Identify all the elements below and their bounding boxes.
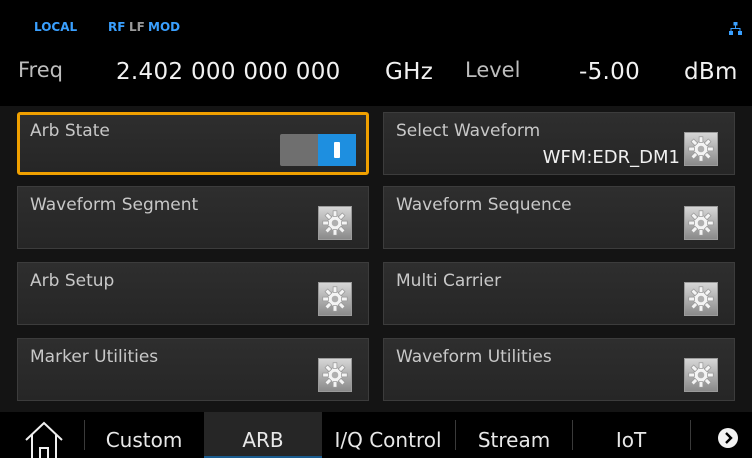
freq-unit: GHz: [385, 59, 434, 85]
level-unit: dBm: [684, 59, 738, 85]
gear-icon[interactable]: [318, 282, 352, 316]
freq-level-bar: Freq 2.402 000 000 000 GHz Level -5.00 d…: [0, 42, 752, 106]
multi-carrier-tile[interactable]: Multi Carrier: [383, 262, 735, 325]
tab-separator: [690, 420, 691, 450]
arb-setup-tile[interactable]: Arb Setup: [17, 262, 369, 325]
arb-setup-label: Arb Setup: [30, 271, 115, 291]
tab-stream[interactable]: Stream: [456, 412, 572, 458]
rf-indicator: RF: [108, 20, 126, 34]
tab-custom[interactable]: Custom: [86, 412, 202, 458]
level-label: Level: [465, 58, 521, 82]
freq-value[interactable]: 2.402 000 000 000: [116, 59, 341, 85]
arb-state-label: Arb State: [30, 121, 110, 141]
select-waveform-value: WFM:EDR_DM1: [542, 147, 680, 168]
lf-indicator: LF: [129, 20, 145, 34]
gear-icon[interactable]: [684, 358, 718, 392]
local-indicator: LOCAL: [34, 20, 78, 34]
status-bar: LOCAL RF LF MOD: [0, 0, 752, 42]
arb-menu-grid: Arb State Select Waveform WFM:EDR_DM1 Wa…: [0, 106, 752, 412]
marker-utilities-label: Marker Utilities: [30, 347, 159, 367]
waveform-sequence-tile[interactable]: Waveform Sequence: [383, 186, 735, 249]
waveform-segment-label: Waveform Segment: [30, 195, 199, 215]
tab-separator: [84, 420, 85, 450]
freq-label: Freq: [18, 58, 63, 82]
waveform-utilities-tile[interactable]: Waveform Utilities: [383, 338, 735, 401]
network-icon: [729, 22, 742, 35]
multi-carrier-label: Multi Carrier: [396, 271, 502, 291]
next-page-icon[interactable]: [718, 428, 738, 448]
select-waveform-label: Select Waveform: [396, 121, 541, 141]
marker-utilities-tile[interactable]: Marker Utilities: [17, 338, 369, 401]
mod-indicator: MOD: [148, 20, 181, 34]
waveform-segment-tile[interactable]: Waveform Segment: [17, 186, 369, 249]
tab-arb[interactable]: ARB: [204, 412, 322, 458]
home-icon[interactable]: [20, 416, 68, 458]
gear-icon[interactable]: [684, 132, 718, 166]
waveform-sequence-label: Waveform Sequence: [396, 195, 572, 215]
bottom-tab-bar: Custom ARB I/Q Control Stream IoT: [0, 412, 752, 458]
select-waveform-tile[interactable]: Select Waveform WFM:EDR_DM1: [383, 112, 735, 175]
gear-icon[interactable]: [684, 282, 718, 316]
gear-icon[interactable]: [318, 206, 352, 240]
waveform-utilities-label: Waveform Utilities: [396, 347, 552, 367]
level-value[interactable]: -5.00: [579, 59, 640, 85]
tab-iq-control[interactable]: I/Q Control: [322, 412, 454, 458]
toggle-knob: [318, 134, 356, 166]
arb-state-toggle[interactable]: [280, 134, 356, 166]
tab-iot[interactable]: IoT: [573, 412, 689, 458]
gear-icon[interactable]: [684, 206, 718, 240]
arb-state-tile[interactable]: Arb State: [17, 112, 369, 175]
gear-icon[interactable]: [318, 358, 352, 392]
